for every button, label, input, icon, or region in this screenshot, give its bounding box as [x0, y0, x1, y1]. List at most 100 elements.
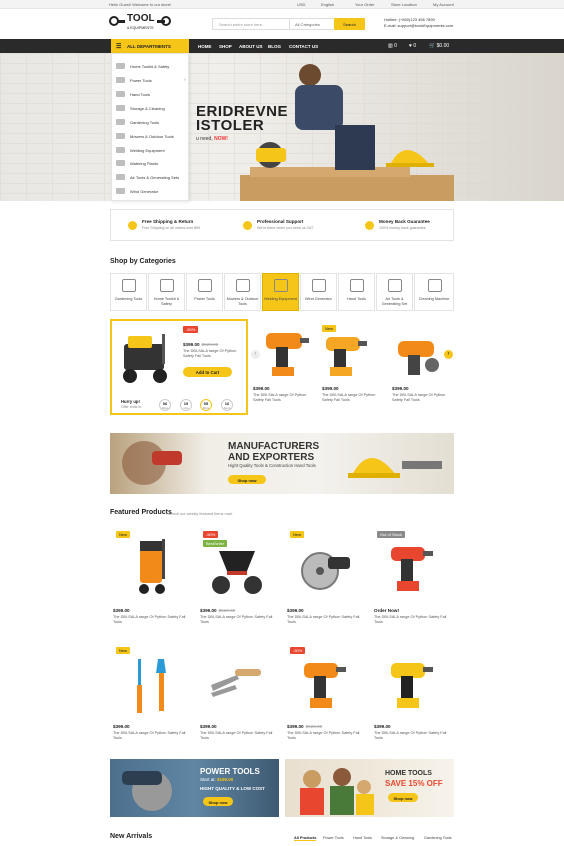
nav-about[interactable]: ABOUT US	[239, 44, 263, 49]
menu-item-wind-generator[interactable]: Wind Generator	[130, 189, 158, 194]
language-select[interactable]: English	[321, 2, 334, 7]
product-desc: The DBI-SALA range Of Python Safety Fall…	[287, 731, 360, 740]
departments-menu: Home Toolkit & Safety Power Tools › Hand…	[111, 53, 189, 201]
nav-blog[interactable]: BLOG	[268, 44, 281, 49]
timer-label: Mins	[202, 406, 210, 410]
search-button[interactable]: Search	[334, 18, 365, 30]
banner3-title: HOME TOOLS	[385, 770, 432, 777]
category-label: Air Tools & Generating Set	[381, 297, 408, 306]
hero-title-line2: ISTOLER	[196, 117, 265, 134]
timer-label: Days	[161, 406, 169, 410]
compare-icon[interactable]: ▥ 0	[388, 43, 397, 49]
menu-item-power-tools[interactable]: Power Tools	[130, 78, 152, 83]
deal-product-desc: The DBI-SALA range Of Python Safety Fall…	[253, 393, 307, 402]
banner2-shop-button[interactable]: Shop now	[203, 797, 233, 806]
menu-item-gardening[interactable]: Gardening Tools	[130, 120, 159, 125]
product-card[interactable]: -50% BestSeller $399.00 $520.00 The DBI-S…	[197, 529, 279, 634]
search-category-select[interactable]: All Categories	[289, 19, 336, 29]
welding-icon	[116, 147, 125, 153]
all-departments-button[interactable]: ☰ ALL DEPARTMENTS	[111, 39, 189, 53]
new-arrivals-title: New Arrivals	[110, 833, 153, 840]
product-card[interactable]: New $399.00 The DBI-SALA range Of Python…	[110, 645, 192, 750]
tab-gardening-tools[interactable]: Gardening Tools	[424, 836, 452, 840]
category-label: Mowers & Outdoor Tools	[226, 297, 259, 306]
angle-grinder-image	[398, 341, 439, 375]
pressure-washer-image	[123, 334, 167, 383]
product-card[interactable]: New $399.00 The DBI-SALA range Of Python…	[284, 529, 366, 634]
services-bar: Free Shipping & Return Free Shipping on …	[110, 209, 454, 241]
truck-icon	[128, 221, 137, 230]
nav-home[interactable]: HOME	[198, 44, 212, 49]
add-to-cart-button[interactable]: Add to Cart	[183, 367, 232, 377]
garden-tools-image	[137, 659, 166, 713]
deal-old-price: $520.00	[201, 342, 219, 347]
category-gardening[interactable]: Gardening Tools	[110, 273, 147, 311]
menu-item-storage[interactable]: Storage & Cleaning	[130, 106, 165, 111]
logo[interactable]: TOOL & EQUIPMENTS	[109, 12, 171, 34]
category-hand-tools[interactable]: Hand Tools	[338, 273, 375, 311]
product-price: $399.00	[287, 608, 304, 613]
wind-generator-icon	[312, 279, 326, 292]
product-card[interactable]: Out of Stock Order Now! The DBI-SALA ran…	[371, 529, 453, 634]
search-input[interactable]: Search entire store here...	[219, 22, 265, 27]
home-toolkit-icon	[160, 279, 174, 292]
carousel-next-icon[interactable]: ›	[444, 350, 453, 359]
timer-label: Secs	[223, 406, 231, 410]
menu-item-welding[interactable]: Welding Equipment	[130, 148, 165, 153]
tab-storage-cleaning[interactable]: Storage & Cleaning	[381, 836, 414, 840]
category-wind-generator[interactable]: Wind Generator	[300, 273, 337, 311]
category-welding[interactable]: Welding Equipment	[262, 273, 299, 311]
featured-subtitle: - Check our weekly featured items now!	[166, 512, 233, 516]
deal-product-price: $399.00	[392, 386, 409, 391]
tab-power-tools[interactable]: Power Tools	[323, 836, 344, 840]
nav-contact[interactable]: CONTACT US	[289, 44, 318, 49]
tab-hand-tools[interactable]: Hand Tools	[353, 836, 372, 840]
pressure-washer-image	[139, 539, 165, 594]
banner1-shop-button[interactable]: Shop now	[228, 475, 266, 484]
menu-item-mowers[interactable]: Mowers & Outdoor Tools	[130, 134, 174, 139]
product-price: $399.00	[374, 724, 391, 729]
spreader-image	[212, 551, 262, 594]
carousel-prev-icon[interactable]: ‹	[251, 350, 260, 359]
product-desc: The DBI-SALA range Of Python Safety Fall…	[200, 731, 273, 740]
product-price: $399.00 $520.00	[287, 724, 322, 729]
deal-price-value: $399.00	[183, 342, 200, 347]
product-badge: Out of Stock	[377, 531, 406, 538]
banner1-subtitle: Hight Quality Tools & Construction Hand …	[228, 463, 316, 468]
family-banner-image	[300, 768, 374, 815]
tab-all-products[interactable]: All Products	[294, 836, 317, 841]
product-card[interactable]: $399.00 The DBI-SALA range Of Python Saf…	[197, 645, 279, 750]
timer-hours: 19 Hrs	[180, 399, 192, 411]
air-tools-icon	[116, 174, 125, 180]
category-power-tools[interactable]: Power Tools	[186, 273, 223, 311]
category-cleaning[interactable]: Cleaning Machine	[414, 273, 454, 311]
menu-item-hand-tools[interactable]: Hand Tools	[130, 92, 150, 97]
product-desc: The DBI-SALA range Of Python Safety Fall…	[287, 615, 360, 624]
menu-item-home-toolkit[interactable]: Home Toolkit & Safety	[130, 64, 169, 69]
nav-shop[interactable]: SHOP	[219, 44, 232, 49]
menu-item-watering[interactable]: Watering Plants	[130, 161, 158, 166]
currency-select[interactable]: USD	[297, 2, 305, 7]
product-card[interactable]: $399.00 The DBI-SALA range Of Python Saf…	[371, 645, 453, 750]
cart-icon[interactable]: 🛒 $0.00	[429, 43, 449, 49]
wishlist-icon[interactable]: ♥ 0	[409, 43, 416, 49]
menu-item-air-tools[interactable]: Air Tools & Generating Sets	[130, 175, 179, 180]
banner3-shop-button[interactable]: Shop now	[388, 793, 418, 802]
drill-product-image	[326, 337, 367, 376]
category-mowers[interactable]: Mowers & Outdoor Tools	[224, 273, 261, 311]
store-location-link[interactable]: Store Location	[391, 2, 417, 7]
category-home-toolkit[interactable]: Home Toolkit & Safety	[148, 273, 185, 311]
search-bar: Search entire store here... All Categori…	[212, 18, 365, 30]
chevron-right-icon: ›	[184, 77, 186, 83]
your-order-link[interactable]: Your Order	[355, 2, 374, 7]
cleaning-machine-icon	[428, 279, 442, 292]
product-card[interactable]: New $399.00 The DBI-SALA range Of Python…	[110, 529, 192, 634]
deal-product-desc: The DBI-SALA range Of Python Safety Fall…	[322, 393, 376, 402]
service-sub-support: We're there when you need us 24/7	[257, 226, 314, 230]
gardening-icon	[116, 119, 125, 125]
category-air-tools[interactable]: Air Tools & Generating Set	[376, 273, 413, 311]
product-card[interactable]: -50% $399.00 $520.00 The DBI-SALA range O…	[284, 645, 366, 750]
grinder-banner-image	[122, 771, 172, 811]
my-account-link[interactable]: My Account	[433, 2, 454, 7]
hero-subtitle: u need, NOW!	[196, 136, 228, 142]
